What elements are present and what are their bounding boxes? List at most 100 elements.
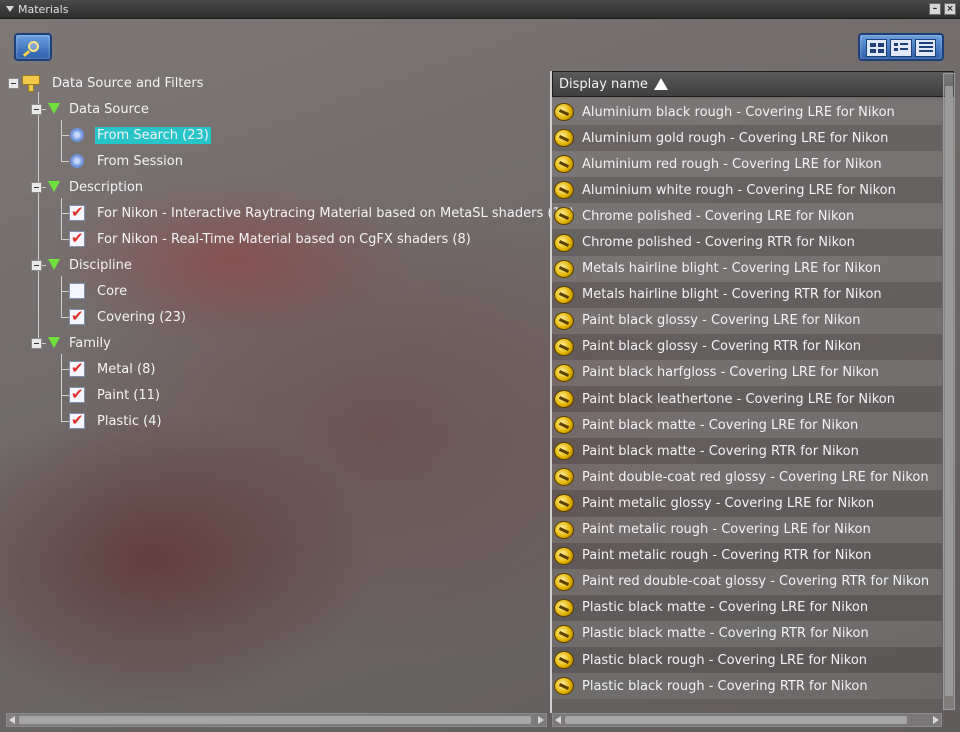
list-item-label: Chrome polished - Covering LRE for Nikon bbox=[582, 208, 855, 224]
scroll-thumb[interactable] bbox=[19, 716, 531, 724]
tree-item-from-search[interactable]: From Search (23) bbox=[70, 124, 211, 146]
material-icon bbox=[554, 416, 574, 435]
filter-icon bbox=[47, 258, 61, 272]
root-collapse-toggle[interactable] bbox=[8, 78, 19, 89]
list-item[interactable]: Paint metalic rough - Covering RTR for N… bbox=[552, 542, 942, 569]
list-item[interactable]: Plastic black rough - Covering LRE for N… bbox=[552, 646, 942, 674]
large-icons-view-button[interactable] bbox=[866, 39, 888, 57]
material-icon bbox=[554, 390, 574, 409]
tree-horizontal-scrollbar[interactable] bbox=[6, 713, 547, 727]
radio-selected-icon[interactable] bbox=[70, 128, 84, 142]
list-item-label: Paint black harfgloss - Covering LRE for… bbox=[582, 365, 879, 381]
scroll-left-icon[interactable] bbox=[555, 716, 561, 724]
close-button[interactable]: × bbox=[944, 3, 956, 15]
list-horizontal-scrollbar[interactable] bbox=[552, 713, 942, 727]
tree-item-interactive-raytracing[interactable]: For Nikon - Interactive Raytracing Mater… bbox=[69, 202, 574, 224]
scroll-right-icon[interactable] bbox=[933, 716, 939, 724]
checkbox-checked[interactable] bbox=[69, 411, 85, 429]
list-item[interactable]: Aluminium red rough - Covering LRE for N… bbox=[552, 151, 942, 178]
list-item[interactable]: Aluminium white rough - Covering LRE for… bbox=[552, 177, 942, 204]
list-vertical-scrollbar[interactable] bbox=[943, 73, 955, 710]
list-item[interactable]: Paint metalic rough - Covering LRE for N… bbox=[552, 516, 942, 543]
list-item[interactable]: Aluminium gold rough - Covering LRE for … bbox=[552, 125, 942, 152]
tree-group-family[interactable]: Family bbox=[47, 332, 111, 354]
list-item[interactable]: Metals hairline blight - Covering RTR fo… bbox=[552, 281, 942, 308]
list-item-label: Plastic black rough - Covering LRE for N… bbox=[582, 652, 868, 668]
search-button[interactable] bbox=[14, 33, 52, 61]
list-item-label: Aluminium white rough - Covering LRE for… bbox=[582, 182, 896, 198]
checkbox-checked[interactable] bbox=[69, 307, 85, 325]
list-item-label: Plastic black matte - Covering LRE for N… bbox=[582, 600, 869, 616]
tree-item-covering[interactable]: Covering (23) bbox=[69, 306, 186, 328]
tree-group-description[interactable]: Description bbox=[47, 176, 143, 198]
list-item-label: Aluminium red rough - Covering LRE for N… bbox=[582, 156, 882, 172]
checkbox-checked[interactable] bbox=[69, 385, 85, 403]
list-item[interactable]: Plastic black matte - Covering LRE for N… bbox=[552, 594, 942, 621]
list-item[interactable]: Paint black glossy - Covering LRE for Ni… bbox=[552, 307, 942, 334]
tree-item-plastic[interactable]: Plastic (4) bbox=[69, 410, 162, 432]
data-source-collapse-toggle[interactable] bbox=[31, 104, 42, 115]
group-label: Discipline bbox=[69, 257, 132, 273]
tree-group-discipline[interactable]: Discipline bbox=[47, 254, 132, 276]
scroll-thumb[interactable] bbox=[565, 716, 907, 724]
checkbox-unchecked[interactable] bbox=[69, 283, 85, 299]
small-icons-view-button[interactable] bbox=[890, 39, 912, 57]
tree-group-data-source[interactable]: Data Source bbox=[47, 98, 149, 120]
list-item[interactable]: Metals hairline blight - Covering LRE fo… bbox=[552, 255, 942, 282]
scroll-left-icon[interactable] bbox=[9, 716, 15, 724]
tree-root[interactable]: Data Source and Filters bbox=[22, 72, 204, 94]
list-item[interactable]: Paint black matte - Covering LRE for Nik… bbox=[552, 412, 942, 439]
list-item[interactable]: Paint metalic glossy - Covering LRE for … bbox=[552, 490, 942, 517]
list-item-label: Paint black matte - Covering LRE for Nik… bbox=[582, 417, 859, 433]
material-icon bbox=[554, 624, 574, 643]
column-header-label: Display name bbox=[559, 76, 648, 92]
material-icon bbox=[554, 494, 574, 513]
description-collapse-toggle[interactable] bbox=[31, 182, 42, 193]
list-item[interactable]: Paint black harfgloss - Covering LRE for… bbox=[552, 359, 942, 387]
scroll-thumb[interactable] bbox=[945, 86, 953, 696]
group-label: Description bbox=[69, 179, 144, 195]
minimize-button[interactable]: – bbox=[929, 3, 941, 15]
tree-item-core[interactable]: Core bbox=[69, 280, 127, 302]
item-label: Covering (23) bbox=[97, 309, 186, 325]
list-item-label: Metals hairline blight - Covering RTR fo… bbox=[582, 287, 882, 303]
list-item[interactable]: Paint double-coat red glossy - Covering … bbox=[552, 464, 942, 491]
checkbox-checked[interactable] bbox=[69, 203, 85, 221]
tree-item-paint[interactable]: Paint (11) bbox=[69, 384, 160, 406]
list-item[interactable]: Plastic black rough - Covering RTR for N… bbox=[552, 673, 942, 700]
list-item-label: Paint black leathertone - Covering LRE f… bbox=[582, 391, 895, 407]
tree-item-from-session[interactable]: From Session bbox=[70, 150, 183, 172]
list-item[interactable]: Aluminium black rough - Covering LRE for… bbox=[552, 99, 942, 126]
list-item[interactable]: Paint black leathertone - Covering LRE f… bbox=[552, 386, 942, 413]
details-view-button[interactable] bbox=[914, 39, 936, 57]
material-icon bbox=[554, 285, 574, 304]
list-item[interactable]: Paint black glossy - Covering RTR for Ni… bbox=[552, 333, 942, 360]
discipline-collapse-toggle[interactable] bbox=[31, 260, 42, 271]
material-icon bbox=[554, 207, 574, 226]
column-header-display-name[interactable]: Display name bbox=[552, 71, 954, 97]
list-item[interactable]: Plastic black matte - Covering RTR for N… bbox=[552, 620, 942, 647]
tree-item-real-time[interactable]: For Nikon - Real-Time Material based on … bbox=[69, 228, 471, 250]
material-icon bbox=[554, 155, 574, 174]
family-collapse-toggle[interactable] bbox=[31, 338, 42, 349]
list-rows: Aluminium black rough - Covering LRE for… bbox=[552, 99, 942, 700]
material-icon bbox=[554, 233, 574, 252]
material-icon bbox=[554, 546, 574, 565]
list-item[interactable]: Chrome polished - Covering RTR for Nikon bbox=[552, 229, 942, 256]
list-item[interactable]: Chrome polished - Covering LRE for Nikon bbox=[552, 203, 942, 230]
group-label: Family bbox=[69, 335, 111, 351]
collapse-arrow-icon[interactable] bbox=[6, 6, 14, 12]
tree-item-metal[interactable]: Metal (8) bbox=[69, 358, 155, 380]
list-item[interactable]: Paint black matte - Covering RTR for Nik… bbox=[552, 438, 942, 465]
filter-icon bbox=[47, 336, 61, 350]
data-source-root-icon bbox=[22, 73, 42, 93]
material-icon bbox=[554, 468, 574, 487]
list-item[interactable]: Paint red double-coat glossy - Covering … bbox=[552, 568, 942, 595]
checkbox-checked[interactable] bbox=[69, 359, 85, 377]
scroll-right-icon[interactable] bbox=[538, 716, 544, 724]
material-icon bbox=[554, 311, 574, 330]
list-item-label: Chrome polished - Covering RTR for Nikon bbox=[582, 235, 855, 251]
checkbox-checked[interactable] bbox=[69, 229, 85, 247]
radio-icon[interactable] bbox=[70, 154, 84, 168]
material-icon bbox=[554, 520, 574, 539]
